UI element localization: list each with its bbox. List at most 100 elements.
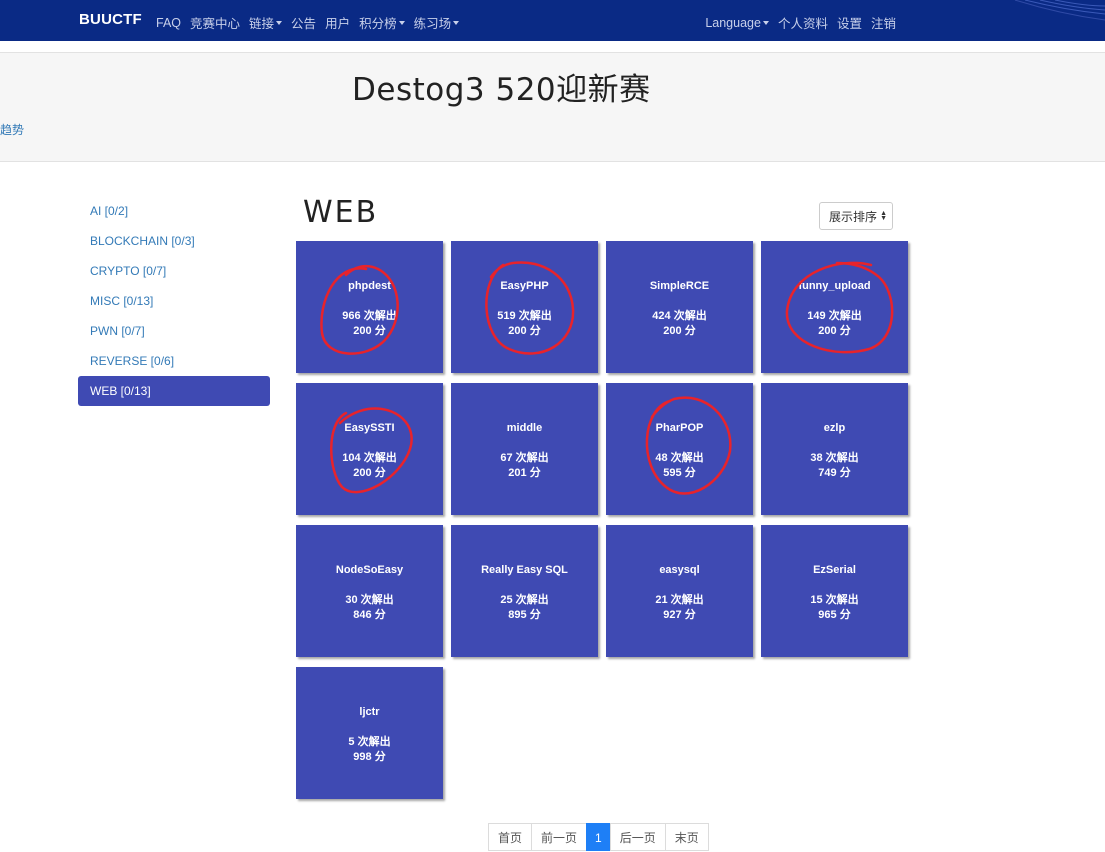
- left-item-label: 积分榜: [359, 17, 397, 31]
- page-current-button[interactable]: 1: [586, 823, 611, 851]
- challenge-card[interactable]: EasySSTI 104 次解出 200 分: [296, 383, 443, 515]
- left-item-2[interactable]: 链接: [249, 13, 283, 32]
- challenge-name: easysql: [659, 564, 700, 576]
- left-item-4[interactable]: 用户: [325, 13, 350, 32]
- trend-link[interactable]: 趋势: [0, 121, 24, 138]
- left-item-label: 链接: [249, 17, 275, 31]
- nav-right-menu: Language 个人资料 设置 注销: [705, 13, 905, 32]
- challenge-name: NodeSoEasy: [335, 564, 404, 576]
- challenge-solves: 15 次解出: [810, 594, 859, 606]
- challenge-card[interactable]: NodeSoEasy 30 次解出 846 分: [296, 525, 443, 657]
- challenge-solves: 30 次解出: [345, 594, 394, 606]
- left-item-label: FAQ: [156, 15, 182, 30]
- challenge-points: 200 分: [353, 325, 386, 337]
- sidebar-item-1[interactable]: BLOCKCHAIN [0/3]: [78, 226, 270, 256]
- left-item-6[interactable]: 练习场: [414, 13, 460, 32]
- challenge-name: middle: [506, 422, 543, 434]
- brand-logo[interactable]: BUUCTF: [79, 11, 142, 28]
- challenge-points: 895 分: [508, 609, 541, 621]
- challenge-name: EasyPHP: [500, 280, 549, 292]
- challenge-name: PharPOP: [655, 422, 704, 434]
- left-item-label: 竞赛中心: [190, 17, 241, 31]
- challenge-card[interactable]: EasyPHP 519 次解出 200 分: [451, 241, 598, 373]
- sidebar-item-5[interactable]: REVERSE [0/6]: [78, 346, 270, 376]
- challenge-solves: 424 次解出: [652, 310, 707, 322]
- challenge-solves: 21 次解出: [655, 594, 704, 606]
- challenge-card[interactable]: ezlp 38 次解出 749 分: [761, 383, 908, 515]
- challenge-card[interactable]: ljctr 5 次解出 998 分: [296, 667, 443, 799]
- page-title: Destog3 520迎新赛: [352, 72, 651, 108]
- challenge-name: ljctr: [359, 706, 380, 718]
- category-title: WEB: [303, 195, 379, 230]
- challenge-name: phpdest: [348, 280, 391, 292]
- sidebar-item-2[interactable]: CRYPTO [0/7]: [78, 256, 270, 286]
- category-sidebar: AI [0/2] BLOCKCHAIN [0/3] CRYPTO [0/7] MISC…: [78, 196, 270, 406]
- page-header: Destog3 520迎新赛 趋势: [0, 52, 1105, 162]
- page-first-button[interactable]: 首页: [488, 823, 533, 851]
- page-prev-button[interactable]: 前一页: [531, 823, 588, 851]
- challenge-solves: 966 次解出: [342, 310, 397, 322]
- right-item-1[interactable]: 个人资料: [778, 13, 828, 32]
- challenge-name: SimpleRCE: [649, 280, 710, 292]
- right-item-0[interactable]: Language: [705, 13, 769, 32]
- left-item-label: 公告: [291, 17, 317, 31]
- right-item-label: Language: [705, 15, 761, 30]
- sidebar-item-4[interactable]: PWN [0/7]: [78, 316, 270, 346]
- right-item-label: 个人资料: [777, 17, 828, 31]
- left-item-0[interactable]: FAQ: [156, 13, 181, 32]
- challenge-points: 200 分: [663, 325, 696, 337]
- sort-arrows-icon: ▲ ▼: [880, 210, 887, 222]
- right-item-2[interactable]: 设置: [837, 13, 862, 32]
- challenge-name: funny_upload: [798, 280, 871, 292]
- challenge-solves: 25 次解出: [500, 594, 549, 606]
- challenge-card[interactable]: easysql 21 次解出 927 分: [606, 525, 753, 657]
- challenge-solves: 149 次解出: [807, 310, 862, 322]
- left-item-3[interactable]: 公告: [291, 13, 316, 32]
- challenge-points: 200 分: [818, 325, 851, 337]
- navbar-decoration: [1014, 0, 1105, 21]
- challenge-card[interactable]: funny_upload 149 次解出 200 分: [761, 241, 908, 373]
- right-item-label: 设置: [836, 17, 862, 31]
- right-item-3[interactable]: 注销: [871, 13, 896, 32]
- challenge-card[interactable]: SimpleRCE 424 次解出 200 分: [606, 241, 753, 373]
- challenge-card[interactable]: phpdest 966 次解出 200 分: [296, 241, 443, 373]
- challenge-solves: 67 次解出: [500, 452, 549, 464]
- challenge-points: 200 分: [508, 325, 541, 337]
- sort-select-label: 展示排序: [829, 209, 878, 224]
- page-next-button[interactable]: 后一页: [609, 823, 666, 851]
- challenge-solves: 519 次解出: [497, 310, 552, 322]
- left-item-5[interactable]: 积分榜: [359, 13, 405, 32]
- caret-down-icon: [762, 20, 769, 25]
- challenge-grid: phpdest 966 次解出 200 分 EasyPHP 519 次解出 200 分 Si…: [296, 241, 908, 799]
- challenge-solves: 38 次解出: [810, 452, 859, 464]
- caret-down-icon: [453, 20, 460, 25]
- challenge-card[interactable]: middle 67 次解出 201 分: [451, 383, 598, 515]
- challenge-name: Really Easy SQL: [481, 564, 568, 576]
- challenge-card[interactable]: EzSerial 15 次解出 965 分: [761, 525, 908, 657]
- challenge-points: 846 分: [353, 609, 386, 621]
- left-item-1[interactable]: 竞赛中心: [190, 13, 240, 32]
- challenge-points: 595 分: [663, 467, 696, 479]
- challenge-points: 201 分: [508, 467, 541, 479]
- challenge-solves: 48 次解出: [655, 452, 704, 464]
- challenge-points: 927 分: [663, 609, 696, 621]
- challenge-card[interactable]: Really Easy SQL 25 次解出 895 分: [451, 525, 598, 657]
- challenge-name: EzSerial: [813, 564, 856, 576]
- sidebar-item-0[interactable]: AI [0/2]: [78, 196, 270, 226]
- challenge-card[interactable]: PharPOP 48 次解出 595 分: [606, 383, 753, 515]
- sort-select[interactable]: 展示排序 ▲ ▼: [819, 202, 893, 230]
- challenge-solves: 5 次解出: [348, 736, 391, 748]
- left-item-label: 练习场: [413, 17, 452, 31]
- challenge-points: 965 分: [818, 609, 851, 621]
- page-last-button[interactable]: 末页: [664, 823, 709, 851]
- challenge-points: 200 分: [353, 467, 386, 479]
- top-navbar: BUUCTF FAQ 竞赛中心 链接 公告 用户 积分榜 练习场 Language 个人资料设…: [0, 0, 1105, 41]
- challenge-name: ezlp: [823, 422, 846, 434]
- left-item-label: 用户: [325, 17, 351, 31]
- challenge-solves: 104 次解出: [342, 452, 397, 464]
- sidebar-item-3[interactable]: MISC [0/13]: [78, 286, 270, 316]
- challenge-points: 998 分: [353, 751, 386, 763]
- sidebar-item-6[interactable]: WEB [0/13]: [78, 376, 270, 406]
- nav-left-menu: FAQ 竞赛中心 链接 公告 用户 积分榜 练习场: [156, 13, 468, 32]
- caret-down-icon: [276, 20, 283, 25]
